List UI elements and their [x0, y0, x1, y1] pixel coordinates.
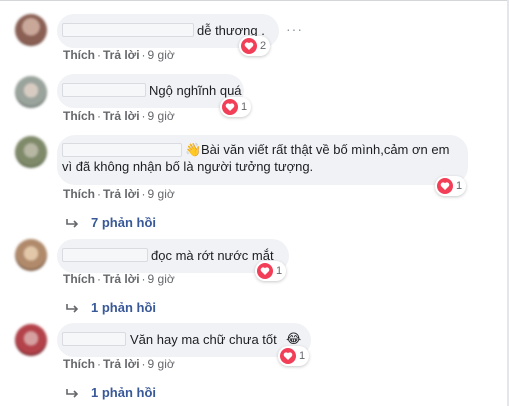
- avatar[interactable]: [15, 14, 47, 46]
- separator: ·: [141, 272, 146, 286]
- reply-link[interactable]: Trả lời: [103, 187, 140, 201]
- reaction-badge[interactable]: 1: [220, 97, 252, 117]
- replies-count: 1 phản hồi: [91, 385, 156, 400]
- reaction-count: 1: [299, 350, 306, 362]
- view-replies-link[interactable]: 7 phản hồi: [66, 215, 156, 230]
- reply-arrow-icon: [66, 388, 79, 398]
- comment-bubble: Văn hay ma chữ chưa tốt 😂: [57, 323, 311, 357]
- comment-actions: Thích · Trả lời · 9 giờ: [63, 109, 175, 123]
- separator: ·: [97, 357, 101, 371]
- reply-arrow-icon: [66, 218, 79, 228]
- reply-link[interactable]: Trả lời: [103, 48, 140, 62]
- comment-text: đọc mà rớt nước mắt: [151, 248, 274, 263]
- more-options-icon[interactable]: ···: [286, 21, 303, 37]
- view-replies-link[interactable]: 1 phản hồi: [66, 385, 156, 400]
- separator: ·: [141, 357, 146, 371]
- reaction-badge[interactable]: 1: [278, 346, 310, 366]
- separator: ·: [97, 48, 101, 62]
- commenter-name-redacted: [62, 248, 148, 262]
- like-link[interactable]: Thích: [63, 109, 95, 123]
- heart-reaction-icon: [222, 99, 238, 115]
- avatar[interactable]: [15, 136, 47, 168]
- heart-reaction-icon: [437, 178, 453, 194]
- commenter-name-redacted: [62, 83, 146, 97]
- separator: ·: [141, 109, 146, 123]
- commenter-name-redacted: [62, 332, 126, 346]
- comment-bubble: đọc mà rớt nước mắt: [57, 239, 289, 273]
- reaction-badge[interactable]: 1: [255, 261, 287, 281]
- timestamp[interactable]: 9 giờ: [148, 48, 175, 62]
- avatar[interactable]: [15, 324, 47, 356]
- comment-actions: Thích · Trả lời · 9 giờ: [63, 187, 175, 201]
- reply-link[interactable]: Trả lời: [103, 357, 140, 371]
- reaction-count: 2: [260, 40, 267, 52]
- view-replies-link[interactable]: 1 phản hồi: [66, 300, 156, 315]
- comment-bubble: 👋 Bài văn viết rất thật về bố mình,cảm ơ…: [57, 135, 468, 185]
- separator: ·: [141, 48, 146, 62]
- replies-count: 7 phản hồi: [91, 215, 156, 230]
- laughing-emoji-icon: 😂: [286, 331, 302, 346]
- reaction-count: 1: [276, 265, 283, 277]
- timestamp[interactable]: 9 giờ: [148, 272, 175, 286]
- separator: ·: [97, 187, 101, 201]
- reply-link[interactable]: Trả lời: [103, 272, 140, 286]
- avatar[interactable]: [15, 76, 47, 108]
- reaction-badge[interactable]: 1: [435, 176, 467, 196]
- like-link[interactable]: Thích: [63, 48, 95, 62]
- timestamp[interactable]: 9 giờ: [148, 357, 175, 371]
- comment-text: Bài văn viết rất thật về bố mình,cảm ơn …: [62, 142, 450, 174]
- comment-actions: Thích · Trả lời · 9 giờ: [63, 357, 175, 371]
- comment-actions: Thích · Trả lời · 9 giờ: [63, 48, 175, 62]
- separator: ·: [141, 187, 146, 201]
- reply-arrow-icon: [66, 303, 79, 313]
- like-link[interactable]: Thích: [63, 272, 95, 286]
- heart-reaction-icon: [257, 263, 273, 279]
- avatar[interactable]: [15, 239, 47, 271]
- heart-reaction-icon: [280, 348, 296, 364]
- commenter-name-redacted: [62, 23, 194, 37]
- replies-count: 1 phản hồi: [91, 300, 156, 315]
- like-link[interactable]: Thích: [63, 357, 95, 371]
- reaction-badge[interactable]: 2: [239, 36, 271, 56]
- separator: ·: [97, 109, 101, 123]
- comment-text: Văn hay ma chữ chưa tốt: [130, 332, 277, 347]
- timestamp[interactable]: 9 giờ: [148, 187, 175, 201]
- top-border: [0, 0, 509, 1]
- reply-link[interactable]: Trả lời: [103, 109, 140, 123]
- reaction-count: 1: [241, 101, 248, 113]
- timestamp[interactable]: 9 giờ: [148, 109, 175, 123]
- comment-bubble: Ngộ nghĩnh quá: [57, 74, 244, 108]
- separator: ·: [97, 272, 101, 286]
- comment-actions: Thích · Trả lời · 9 giờ: [63, 272, 175, 286]
- heart-reaction-icon: [241, 38, 257, 54]
- like-link[interactable]: Thích: [63, 187, 95, 201]
- reaction-count: 1: [456, 180, 463, 192]
